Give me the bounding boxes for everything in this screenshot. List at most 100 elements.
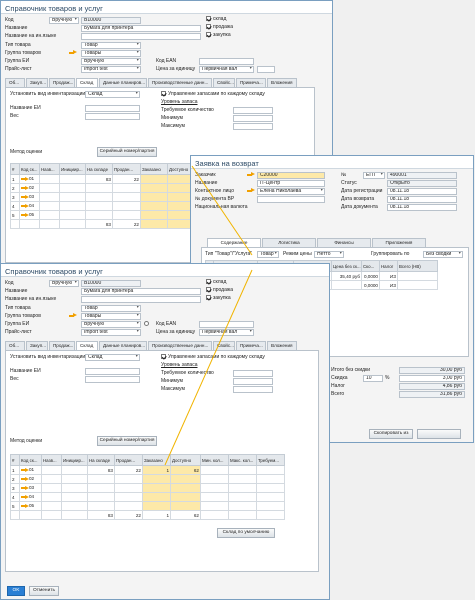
table-cell[interactable]	[256, 474, 285, 484]
table-cell[interactable]	[87, 483, 115, 493]
weight-field[interactable]	[85, 113, 140, 120]
table-cell[interactable]	[331, 280, 362, 290]
table-row[interactable]: 4 04	[10, 201, 198, 211]
table-cell[interactable]	[61, 483, 88, 493]
tab-sales[interactable]: Продаж...	[49, 78, 75, 87]
table-row[interactable]: 2 02	[10, 183, 198, 193]
table-cell[interactable]	[142, 474, 171, 484]
table-cell[interactable]: 0,0000	[361, 280, 380, 290]
group-select[interactable]: Товары	[81, 50, 141, 57]
table-cell[interactable]: 83	[87, 465, 115, 475]
tab-production-2[interactable]: Производственные данн...	[148, 341, 212, 350]
table-cell[interactable]	[87, 492, 115, 502]
manage-by-wh-checkbox[interactable]	[161, 91, 166, 97]
uom-field-2[interactable]	[85, 368, 140, 375]
table-cell[interactable]	[87, 501, 115, 511]
table-cell[interactable]: 83	[85, 174, 113, 184]
bp-ref-field[interactable]	[257, 196, 325, 203]
unit-price-mode-select-2[interactable]: Первичная вал	[199, 329, 254, 336]
tab-general[interactable]: Об...	[5, 78, 25, 87]
table-cell[interactable]: 62	[170, 465, 201, 475]
table-row[interactable]: 5 05	[10, 210, 198, 220]
table-cell[interactable]: 03	[19, 483, 42, 493]
table-cell[interactable]	[142, 492, 171, 502]
table-cell[interactable]	[39, 201, 60, 211]
table-cell[interactable]	[112, 201, 141, 211]
price-mode-select[interactable]: Нетто	[314, 251, 344, 258]
link-arrow-icon[interactable]	[21, 194, 29, 200]
table-cell[interactable]: 1	[142, 465, 171, 475]
table-cell[interactable]	[59, 210, 86, 220]
table-row[interactable]: 3 03	[10, 483, 285, 493]
maximum-field[interactable]	[233, 123, 273, 130]
table-cell[interactable]	[142, 483, 171, 493]
link-arrow-icon[interactable]	[21, 176, 29, 182]
sales-checkbox-2[interactable]	[206, 287, 211, 293]
table-cell[interactable]	[114, 501, 143, 511]
table-cell[interactable]	[41, 474, 62, 484]
table-cell[interactable]	[170, 483, 201, 493]
table-cell[interactable]	[140, 192, 168, 202]
contact-link-icon[interactable]	[247, 188, 255, 193]
warehouse-checkbox[interactable]	[206, 16, 211, 22]
table-row[interactable]: 5 05	[10, 501, 285, 511]
table-cell[interactable]: 01	[19, 465, 42, 475]
info-icon[interactable]	[144, 321, 149, 327]
inventory-by-select-2[interactable]: Склад	[85, 354, 140, 361]
minimum-field[interactable]	[233, 115, 273, 122]
unit-price-field[interactable]	[257, 66, 275, 73]
table-cell[interactable]	[170, 492, 201, 502]
table-cell[interactable]: 01	[19, 174, 40, 184]
table-cell[interactable]	[228, 492, 257, 502]
table-cell[interactable]	[85, 192, 113, 202]
cancel-button[interactable]: Отменить	[29, 586, 59, 596]
serial-batch-button-2[interactable]: Серийный номер/партия	[97, 436, 157, 446]
table-cell[interactable]	[85, 183, 113, 193]
table-cell[interactable]: 03	[19, 192, 40, 202]
table-cell[interactable]	[39, 183, 60, 193]
tab-inventory-2[interactable]: Склад	[76, 341, 98, 350]
link-arrow-icon[interactable]	[21, 467, 29, 473]
purchase-checkbox-2[interactable]	[206, 295, 211, 301]
table-cell[interactable]: 02	[19, 183, 40, 193]
tab-planning[interactable]: Данные планиров...	[99, 78, 147, 87]
link-arrow-icon[interactable]	[21, 203, 29, 209]
discount-pct-field[interactable]: 10	[363, 375, 383, 382]
type-select-2[interactable]: Товар	[81, 305, 141, 312]
table-cell[interactable]	[200, 465, 229, 475]
table-cell[interactable]	[112, 183, 141, 193]
link-arrow-icon[interactable]	[69, 50, 77, 55]
price-list-select-2[interactable]: Import test	[81, 329, 141, 336]
table-cell[interactable]	[112, 210, 141, 220]
table-cell[interactable]	[59, 174, 86, 184]
tab-properties[interactable]: Свойс...	[213, 78, 235, 87]
purchase-checkbox[interactable]	[206, 32, 211, 38]
table-cell[interactable]: 05	[19, 210, 40, 220]
name-field-2[interactable]: Бумага для принтера	[81, 288, 201, 295]
copy-to-button[interactable]	[417, 429, 461, 439]
table-cell[interactable]	[170, 474, 201, 484]
tab-general-2[interactable]: Об...	[5, 341, 25, 350]
link-arrow-icon[interactable]	[21, 185, 29, 191]
table-cell[interactable]	[59, 192, 86, 202]
table-cell[interactable]	[59, 183, 86, 193]
table-cell[interactable]	[61, 501, 88, 511]
table-cell[interactable]: 35,40 руб	[331, 271, 362, 281]
required-field-2[interactable]	[233, 370, 273, 377]
table-cell[interactable]: ИЗ	[379, 271, 398, 281]
table-cell[interactable]	[114, 492, 143, 502]
tab-attachments-ret[interactable]: Приложения	[372, 238, 426, 247]
table-cell[interactable]	[200, 483, 229, 493]
table-cell[interactable]: 04	[19, 201, 40, 211]
tab-sales-2[interactable]: Продаж...	[49, 341, 75, 350]
price-list-select[interactable]: Import test	[81, 66, 141, 73]
table-cell[interactable]	[41, 492, 62, 502]
table-row[interactable]: 1 01 83 22 1 62	[10, 465, 285, 475]
link-arrow-icon[interactable]	[21, 485, 29, 491]
series-select[interactable]: ЕПТ	[363, 172, 385, 179]
contact-select[interactable]: Елена Николаева	[257, 188, 325, 195]
table-cell[interactable]	[61, 492, 88, 502]
minimum-field-2[interactable]	[233, 378, 273, 385]
table-row[interactable]: 3 03	[10, 192, 198, 202]
ean-field[interactable]	[199, 58, 254, 65]
